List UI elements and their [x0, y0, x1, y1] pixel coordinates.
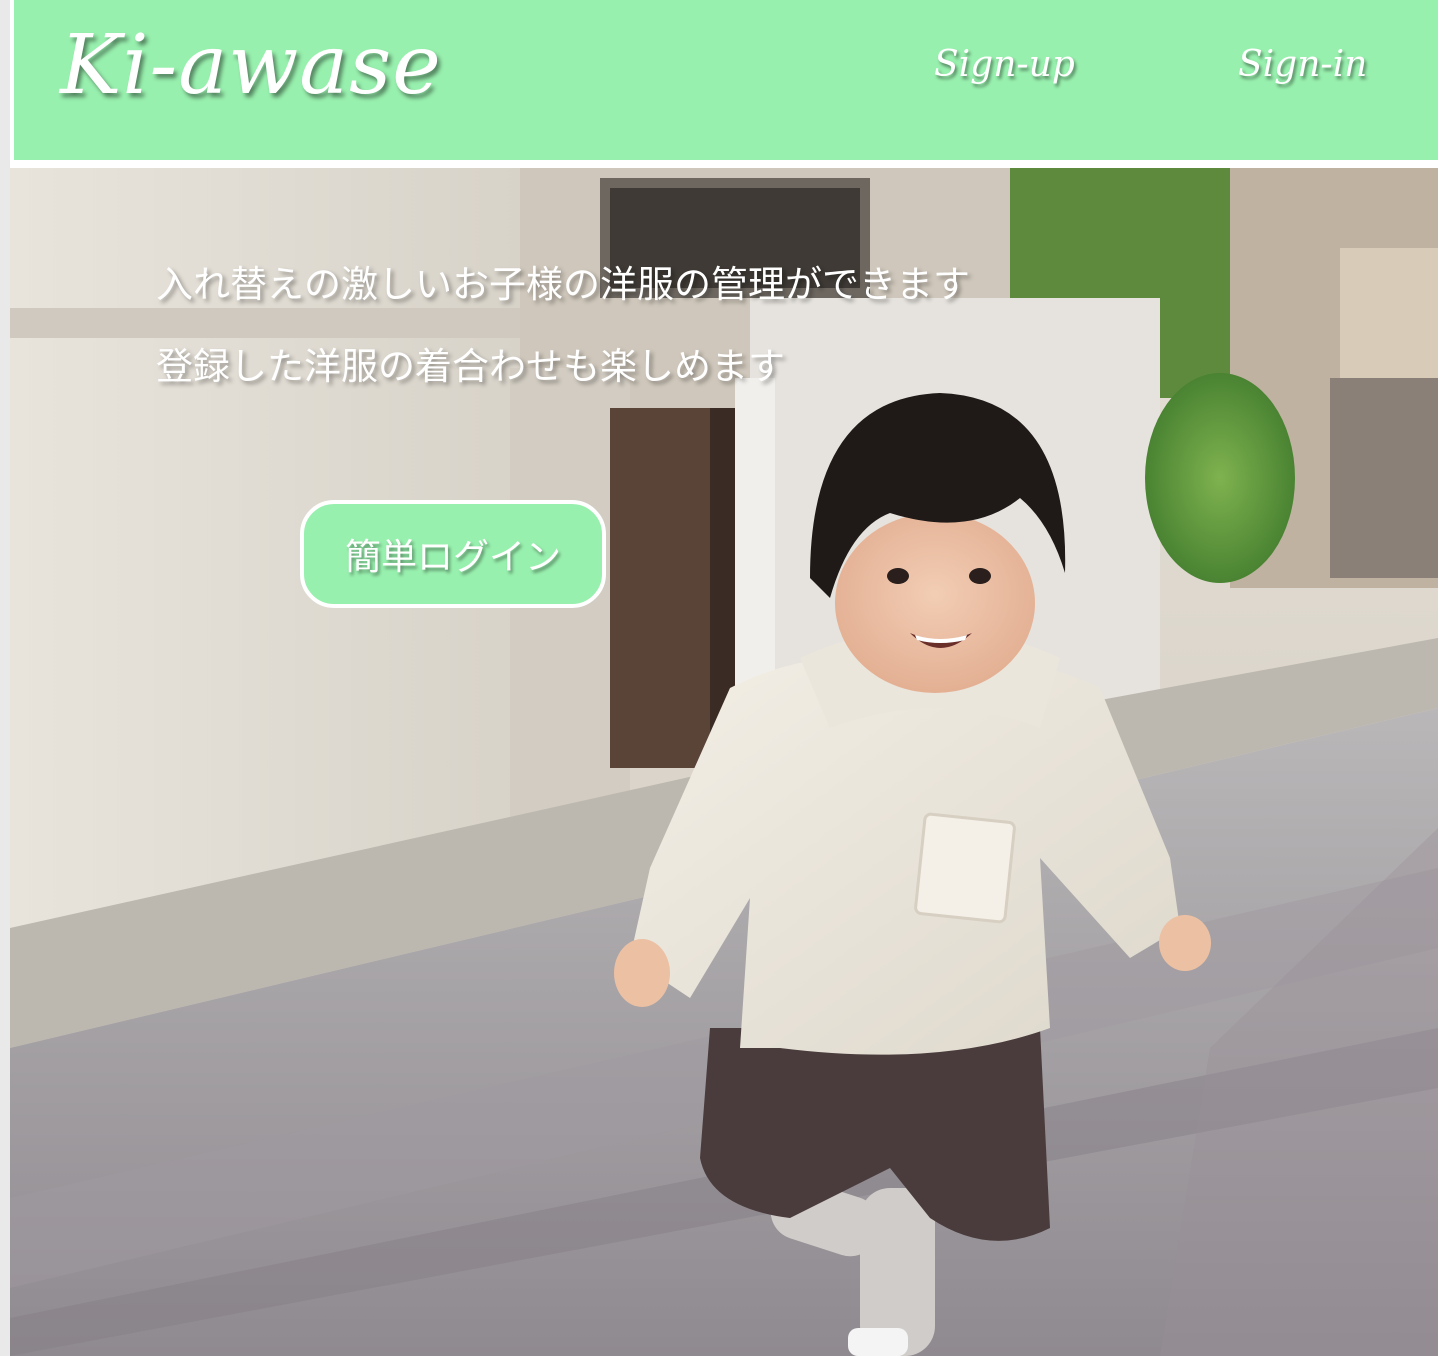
hero-tagline-2: 登録した洋服の着合わせも楽しめます: [156, 345, 785, 388]
site-logo[interactable]: Ki-awase: [60, 18, 442, 113]
window-left-edge: [0, 0, 10, 1356]
guest-login-button[interactable]: 簡単ログイン: [300, 500, 606, 608]
signin-link[interactable]: Sign-in: [1238, 44, 1367, 85]
signup-link[interactable]: Sign-up: [934, 44, 1075, 85]
hero-tagline-1: 入れ替えの激しいお子様の洋服の管理ができます: [156, 263, 970, 306]
page: Ki-awase Sign-up Sign-in 入れ替えの激しいお子様の洋服の…: [0, 0, 1442, 1356]
hero-section: 入れ替えの激しいお子様の洋服の管理ができます 登録した洋服の着合わせも楽しめます…: [10, 168, 1438, 1356]
site-header: Ki-awase Sign-up Sign-in: [14, 0, 1438, 160]
